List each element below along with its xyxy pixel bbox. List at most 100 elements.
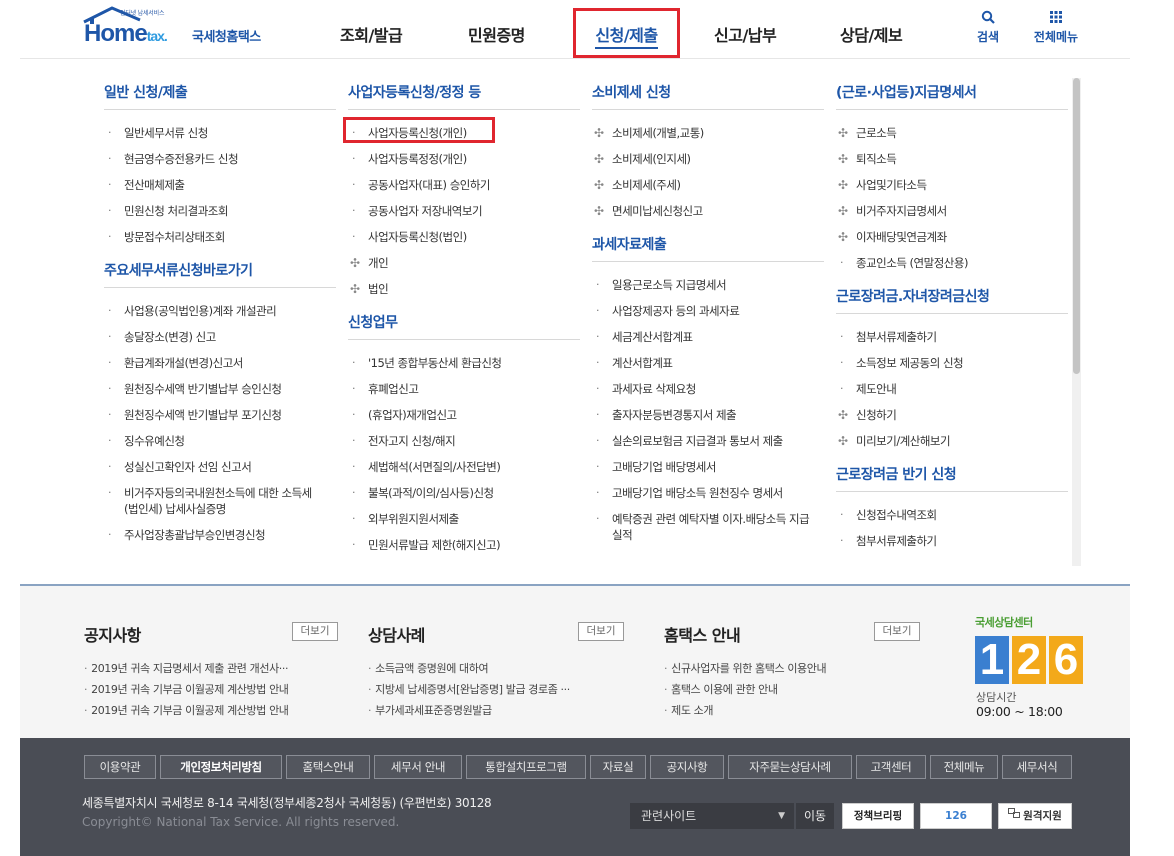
menu-item[interactable]: · (휴업자)재개업신고 <box>348 402 580 428</box>
menu-item[interactable]: · 방문접수처리상태조회 <box>104 224 336 250</box>
menu-item[interactable]: · 종교인소득 (연말정산용) <box>836 250 1068 276</box>
menu-item[interactable]: ✣ 신청하기 <box>836 402 1068 428</box>
menu-item[interactable]: ✣ 면세미납세신청신고 <box>592 198 824 224</box>
menu-item[interactable]: · 성실신고확인자 선임 신고서 <box>104 454 336 480</box>
footer-link-faq[interactable]: 자주묻는상담사례 <box>728 755 852 779</box>
hometax-logo[interactable]: 인터넷 납세서비스 Hometax. 국세청홈택스 <box>82 6 282 50</box>
menu-title-payment-statements: (근로·사업등)지급명세서 <box>836 80 1068 110</box>
menu-item[interactable]: · 일반세무서류 신청 <box>104 120 336 146</box>
case-item[interactable]: 지방세 납세증명서[완납증명] 발급 경로좀 ··· <box>368 681 570 697</box>
menu-title-incentives: 근로장려금.자녀장려금신청 <box>836 284 1068 314</box>
menu-item[interactable]: · 사업장제공자 등의 과세자료 <box>592 298 824 324</box>
menu-item[interactable]: · 주사업장총괄납부승인변경신청 <box>104 522 336 548</box>
menu-item[interactable]: · 세금계산서합계표 <box>592 324 824 350</box>
menu-item[interactable]: · 비거주자등의국내원천소득에 대한 소득세(법인세) 납세사실증명 <box>104 480 319 522</box>
menu-item[interactable]: · 고배당기업 배당명세서 <box>592 454 824 480</box>
menu-item[interactable]: · 첨부서류제출하기 <box>836 528 1068 554</box>
footer-link-customer-center[interactable]: 고객센터 <box>856 755 926 779</box>
menu-title-requests: 신청업무 <box>348 310 580 340</box>
scrollbar-thumb[interactable] <box>1073 78 1080 374</box>
menu-item[interactable]: ✣ 사업및기타소득 <box>836 172 1068 198</box>
menu-subitem[interactable]: ✣ 법인 <box>348 276 580 302</box>
menu-item[interactable]: ✣ 소비제세(주세) <box>592 172 824 198</box>
footer-link-terms[interactable]: 이용약관 <box>84 755 156 779</box>
menu-item[interactable]: · 출자자분등변경통지서 제출 <box>592 402 824 428</box>
menu-item[interactable]: · 세법해석(서면질의/사전답변) <box>348 454 580 480</box>
menu-item[interactable]: · 현금영수증전용카드 신청 <box>104 146 336 172</box>
guide-item[interactable]: 홈택스 이용에 관한 안내 <box>664 681 778 697</box>
menu-item[interactable]: · 계산서합계표 <box>592 350 824 376</box>
nav-report-pay[interactable]: 신고/납부 <box>714 22 777 46</box>
search-button[interactable]: 검색 <box>960 10 1016 45</box>
menu-item[interactable]: ✣ 소비제세(개별,교통) <box>592 120 824 146</box>
menu-item[interactable]: · 사업자등록신청(법인) <box>348 224 580 250</box>
footer-link-hometax-guide[interactable]: 홈택스안내 <box>286 755 370 779</box>
menu-item[interactable]: · 신청접수내역조회 <box>836 502 1068 528</box>
menu-item[interactable]: · 고배당기업 배당소득 원천징수 명세서 <box>592 480 824 506</box>
footer-link-forms[interactable]: 세무서식 <box>1002 755 1072 779</box>
policy-briefing-button[interactable]: 정책브리핑 <box>842 803 914 829</box>
case-item[interactable]: 부가세과세표준증명원발급 <box>368 702 492 718</box>
guide-item[interactable]: 신규사업자를 위한 홈택스 이용안내 <box>664 660 826 676</box>
menu-item[interactable]: · 송달장소(변경) 신고 <box>104 324 336 350</box>
notice-item[interactable]: 2019년 귀속 기부금 이월공제 계산방법 안내 <box>84 702 289 718</box>
menu-item[interactable]: · 원천징수세액 반기별납부 포기신청 <box>104 402 336 428</box>
menu-item[interactable]: · 징수유예신청 <box>104 428 336 454</box>
menu-item[interactable]: · 공동사업자(대표) 승인하기 <box>348 172 580 198</box>
nav-apply-submit[interactable]: 신청/제출 <box>573 8 680 58</box>
footer-link-library[interactable]: 자료실 <box>590 755 646 779</box>
menu-item[interactable]: ✣ 미리보기/계산해보기 <box>836 428 1068 454</box>
menu-item[interactable]: ✣ 근로소득 <box>836 120 1068 146</box>
menu-item[interactable]: · 환급계좌개설(변경)신고서 <box>104 350 336 376</box>
all-menu-button[interactable]: 전체메뉴 <box>1028 10 1084 45</box>
menu-item[interactable]: · 일용근로소득 지급명세서 <box>592 272 824 298</box>
go-button[interactable]: 이동 <box>796 803 834 829</box>
menu-item[interactable]: · 민원신청 처리결과조회 <box>104 198 336 224</box>
menu-item[interactable]: · 실손의료보험금 지급결과 통보서 제출 <box>592 428 824 454</box>
menu-item[interactable]: · 과세자료 삭제요청 <box>592 376 824 402</box>
call-center-126-button[interactable]: 126 <box>920 803 992 829</box>
call-center-number[interactable]: 1 2 6 <box>975 636 1083 684</box>
menu-item[interactable]: · 제도안내 <box>836 376 1068 402</box>
cases-more-button[interactable]: 더보기 <box>578 622 624 641</box>
footer-link-install[interactable]: 통합설치프로그램 <box>466 755 586 779</box>
footer-link-privacy[interactable]: 개인정보처리방침 <box>160 755 282 779</box>
notice-item[interactable]: 2019년 귀속 기부금 이월공제 계산방법 안내 <box>84 681 289 697</box>
footer-link-all-menu[interactable]: 전체메뉴 <box>930 755 998 779</box>
menu-item[interactable]: · '15년 종합부동산세 환급신청 <box>348 350 580 376</box>
case-item[interactable]: 소득금액 증명원에 대하여 <box>368 660 489 676</box>
menu-item[interactable]: · 전자고지 신청/해지 <box>348 428 580 454</box>
menu-item[interactable]: · 사업용(공익법인용)계좌 개설관리 <box>104 298 336 324</box>
menu-item[interactable]: · 첨부서류제출하기 <box>836 324 1068 350</box>
notice-more-button[interactable]: 더보기 <box>292 622 338 641</box>
menu-item[interactable]: · 공동사업자 저장내역보기 <box>348 198 580 224</box>
nav-inquiry[interactable]: 조회/발급 <box>340 22 403 46</box>
remote-support-button[interactable]: 원격지원 <box>998 803 1072 829</box>
menu-item[interactable]: ✣ 소비제세(인지세) <box>592 146 824 172</box>
menu-item[interactable]: · 원천징수세액 반기별납부 승인신청 <box>104 376 336 402</box>
menu-item[interactable]: · 전산매체제출 <box>104 172 336 198</box>
menu-item[interactable]: · 사업자등록정정(개인) <box>348 146 580 172</box>
menu-item[interactable]: · 소득정보 제공동의 신청 <box>836 350 1068 376</box>
menu-item[interactable]: ✣ 퇴직소득 <box>836 146 1068 172</box>
footer-link-tax-office[interactable]: 세무서 안내 <box>374 755 462 779</box>
menu-subitem[interactable]: ✣ 개인 <box>348 250 580 276</box>
menu-item[interactable]: · 휴폐업신고 <box>348 376 580 402</box>
guide-item[interactable]: 제도 소개 <box>664 702 713 718</box>
menu-title-consumption: 소비제세 신청 <box>592 80 824 110</box>
remote-support-icon <box>1008 804 1021 828</box>
nav-consult[interactable]: 상담/제보 <box>840 22 903 46</box>
menu-item[interactable]: · 불복(과적/이의/심사등)신청 <box>348 480 580 506</box>
menu-item[interactable]: · 민원서류발급 제한(해지신고) <box>348 532 580 558</box>
menu-item[interactable]: ✣ 비거주자지급명세서 <box>836 198 1068 224</box>
nav-certificate[interactable]: 민원증명 <box>468 22 525 46</box>
search-icon <box>960 10 1016 28</box>
menu-item[interactable]: · 예탁증권 관련 예탁자별 이자.배당소득 지급 실적 <box>592 506 814 548</box>
related-sites-select[interactable]: 관련사이트 ▼ <box>630 803 794 829</box>
footer-link-notice[interactable]: 공지사항 <box>650 755 724 779</box>
menu-scrollbar[interactable] <box>1072 78 1081 566</box>
menu-item[interactable]: ✣ 이자배당및연금계좌 <box>836 224 1068 250</box>
guide-more-button[interactable]: 더보기 <box>874 622 920 641</box>
menu-item[interactable]: · 외부위원지원서제출 <box>348 506 580 532</box>
notice-item[interactable]: 2019년 귀속 지급명세서 제출 관련 개선사··· <box>84 660 288 676</box>
